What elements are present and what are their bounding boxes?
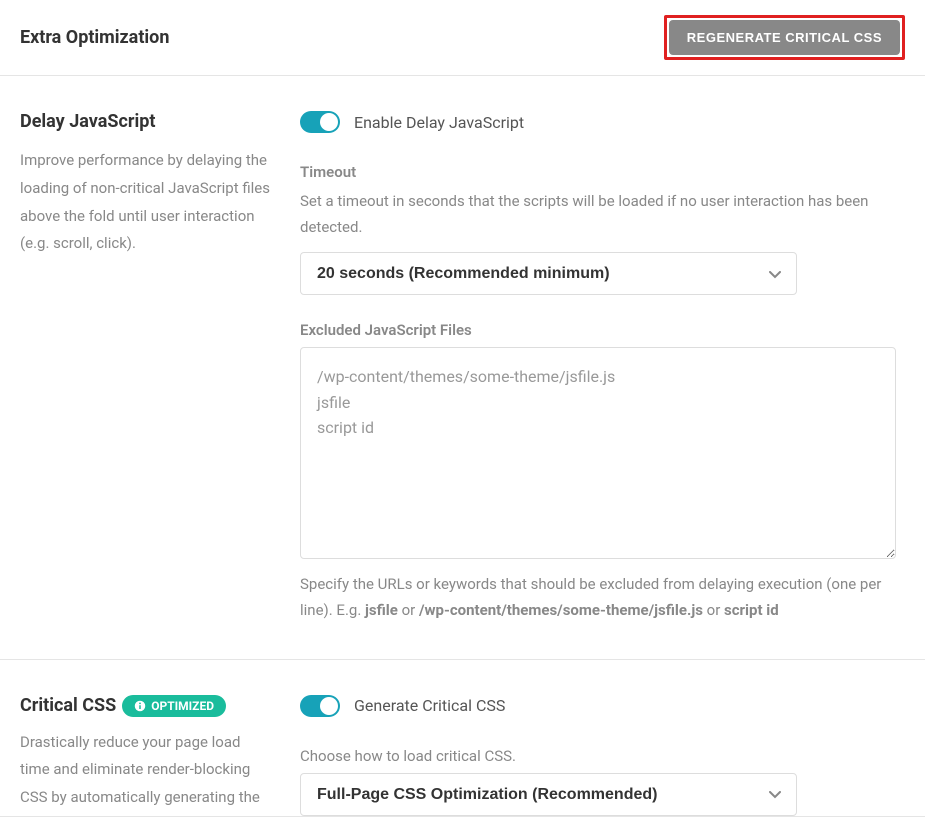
section-title: Critical CSS <box>20 695 116 716</box>
generate-critical-css-row: Generate Critical CSS <box>300 695 905 717</box>
title-row: Critical CSS OPTIMIZED <box>20 695 270 717</box>
timeout-help: Set a timeout in seconds that the script… <box>300 189 905 240</box>
section-description: Improve performance by delaying the load… <box>20 147 270 258</box>
timeout-select-wrap: 20 seconds (Recommended minimum) <box>300 252 797 295</box>
load-method-select-wrap: Full-Page CSS Optimization (Recommended) <box>300 773 797 816</box>
section-right: Generate Critical CSS Choose how to load… <box>300 695 905 816</box>
generate-critical-css-label: Generate Critical CSS <box>354 696 505 715</box>
load-method-label: Choose how to load critical CSS. <box>300 747 905 765</box>
section-left: Delay JavaScript Improve performance by … <box>20 111 300 624</box>
excluded-help: Specify the URLs or keywords that should… <box>300 571 905 624</box>
timeout-select[interactable]: 20 seconds (Recommended minimum) <box>300 252 797 295</box>
section-title: Delay JavaScript <box>20 111 155 132</box>
enable-delay-js-toggle[interactable] <box>300 111 340 133</box>
excluded-label: Excluded JavaScript Files <box>300 321 905 339</box>
enable-delay-js-row: Enable Delay JavaScript <box>300 111 905 133</box>
info-icon <box>134 700 146 712</box>
load-method-select[interactable]: Full-Page CSS Optimization (Recommended) <box>300 773 797 816</box>
section-description: Drastically reduce your page load time a… <box>20 729 270 812</box>
section-right: Enable Delay JavaScript Timeout Set a ti… <box>300 111 905 624</box>
regenerate-critical-css-button[interactable]: REGENERATE CRITICAL CSS <box>669 20 900 55</box>
optimized-badge: OPTIMIZED <box>122 695 226 717</box>
badge-label: OPTIMIZED <box>151 699 214 713</box>
generate-critical-css-toggle[interactable] <box>300 695 340 717</box>
delay-javascript-section: Delay JavaScript Improve performance by … <box>0 76 925 660</box>
critical-css-section: Critical CSS OPTIMIZED Drastically reduc… <box>0 660 925 817</box>
header: Extra Optimization REGENERATE CRITICAL C… <box>0 0 925 76</box>
excluded-js-textarea[interactable] <box>300 347 896 559</box>
page-title: Extra Optimization <box>20 27 169 48</box>
timeout-label: Timeout <box>300 163 905 181</box>
section-left: Critical CSS OPTIMIZED Drastically reduc… <box>20 695 300 816</box>
enable-delay-js-label: Enable Delay JavaScript <box>354 113 524 132</box>
highlight-box: REGENERATE CRITICAL CSS <box>664 15 905 60</box>
